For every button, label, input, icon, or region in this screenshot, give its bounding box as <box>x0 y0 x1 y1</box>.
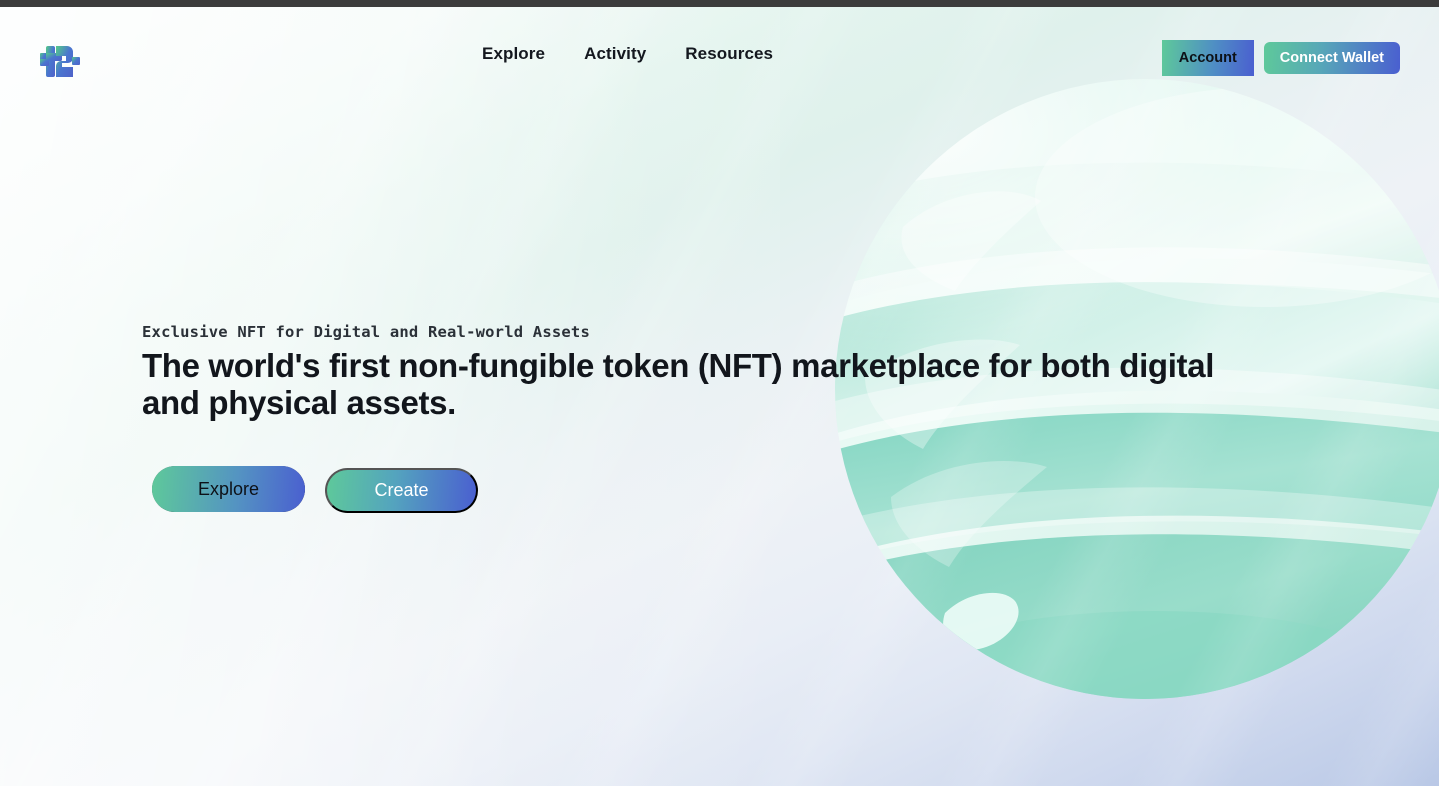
create-button[interactable]: Create <box>325 468 478 513</box>
t2-logo-icon[interactable] <box>36 37 84 85</box>
browser-chrome-strip <box>0 0 1439 7</box>
hero-section: Exclusive NFT for Digital and Real-world… <box>142 323 1262 421</box>
hero-eyebrow: Exclusive NFT for Digital and Real-world… <box>142 323 590 341</box>
site-header: Explore Activity Resources Account Conne… <box>0 14 1439 94</box>
main-navigation: Explore Activity Resources <box>481 38 774 70</box>
nav-item-explore[interactable]: Explore <box>481 38 546 70</box>
account-button[interactable]: Account <box>1161 40 1254 76</box>
landing-page: Explore Activity Resources Account Conne… <box>0 7 1439 786</box>
connect-wallet-button[interactable]: Connect Wallet <box>1263 42 1400 74</box>
nav-item-activity[interactable]: Activity <box>583 38 647 70</box>
header-actions: Account Connect Wallet <box>1161 40 1400 76</box>
hero-cta-row: Explore Create <box>152 466 552 526</box>
hero-headline: The world's first non-fungible token (NF… <box>142 347 1215 421</box>
nav-item-resources[interactable]: Resources <box>684 38 774 70</box>
explore-button[interactable]: Explore <box>152 466 305 512</box>
